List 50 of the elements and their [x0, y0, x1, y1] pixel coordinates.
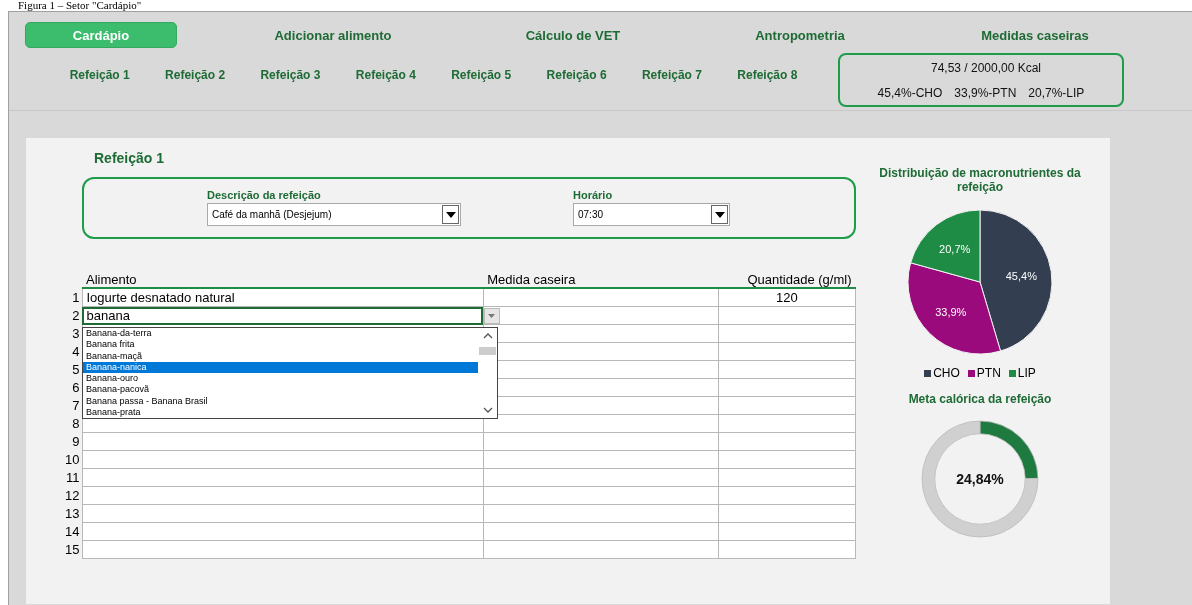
nav-tab[interactable]: Adicionar alimento [264, 22, 402, 48]
time-dropdown[interactable]: 07:30 [573, 203, 730, 226]
suggestion-item[interactable]: Banana-maçã [83, 350, 478, 362]
data-label: 20,7% [939, 242, 971, 255]
scroll-up-icon[interactable] [482, 333, 493, 339]
meal-link[interactable]: Refeição 5 [433, 68, 529, 82]
column-header: Medida caseira [487, 271, 576, 287]
field-label: Horário [573, 189, 614, 203]
data-label: 24,84% [956, 471, 1004, 487]
field-label: Descrição da refeição [207, 189, 322, 203]
calorie-total: 74,53 / 2000,00 Kcal [929, 60, 1042, 75]
meal-link[interactable]: Refeição 8 [719, 68, 815, 82]
legend-label: CHO [933, 366, 960, 380]
suggestion-item[interactable]: Banana-nanica [83, 361, 478, 373]
legend-swatch [1008, 369, 1016, 377]
scroll-thumb[interactable] [479, 347, 496, 355]
meal-link[interactable]: Refeição 7 [624, 68, 720, 82]
chart-title: Distribuição de macronutrientes da refeição [878, 166, 1082, 194]
suggestion-item[interactable]: Banana passa - Banana Brasil [83, 395, 478, 407]
meal-link[interactable]: Refeição 6 [528, 68, 625, 82]
suggestion-item[interactable]: Banana-prata [83, 406, 478, 418]
data-label: 33,9% [935, 305, 967, 318]
meal-title: Refeição 1 [94, 150, 166, 168]
meal-link[interactable]: Refeição 3 [242, 68, 339, 82]
legend-label: PTN [976, 366, 1001, 380]
description-dropdown[interactable]: Café da manhã (Desjejum) [207, 203, 461, 226]
nav-tab[interactable]: Cálculo de VET [515, 22, 631, 48]
meal-link[interactable]: Refeição 4 [338, 68, 434, 82]
dropdown-arrow-icon [488, 314, 496, 318]
nav-tab[interactable]: Antropometria [745, 22, 855, 48]
suggestion-item[interactable]: Banana-ouro [83, 373, 478, 385]
suggestion-item[interactable]: Banana frita [83, 339, 478, 351]
dropdown-arrow-icon [714, 211, 725, 218]
chart-title: Meta calórica da refeição [907, 392, 1053, 406]
macro-percentage: 33,9%-PTN [954, 85, 1017, 100]
meal-link[interactable]: Refeição 1 [52, 68, 148, 82]
nav-tab[interactable]: Medidas caseiras [971, 22, 1099, 48]
scroll-down-icon[interactable] [482, 407, 493, 413]
dropdown-arrow-icon [445, 211, 456, 218]
legend-swatch [924, 369, 932, 377]
column-header: Quantidade (g/ml) [747, 271, 852, 287]
suggestion-item[interactable]: Banana-pacovã [83, 384, 478, 396]
meal-link[interactable]: Refeição 2 [147, 68, 243, 82]
column-header: Alimento [86, 271, 137, 287]
figure-caption: Figura 1 – Setor "Cardápio" [17, 0, 143, 11]
macro-percentage: 45,4%-CHO [877, 85, 943, 100]
legend-label: LIP [1017, 366, 1036, 380]
data-label: 45,4% [1005, 270, 1037, 282]
legend-swatch [967, 369, 975, 377]
macro-percentage: 20,7%-LIP [1028, 85, 1085, 100]
